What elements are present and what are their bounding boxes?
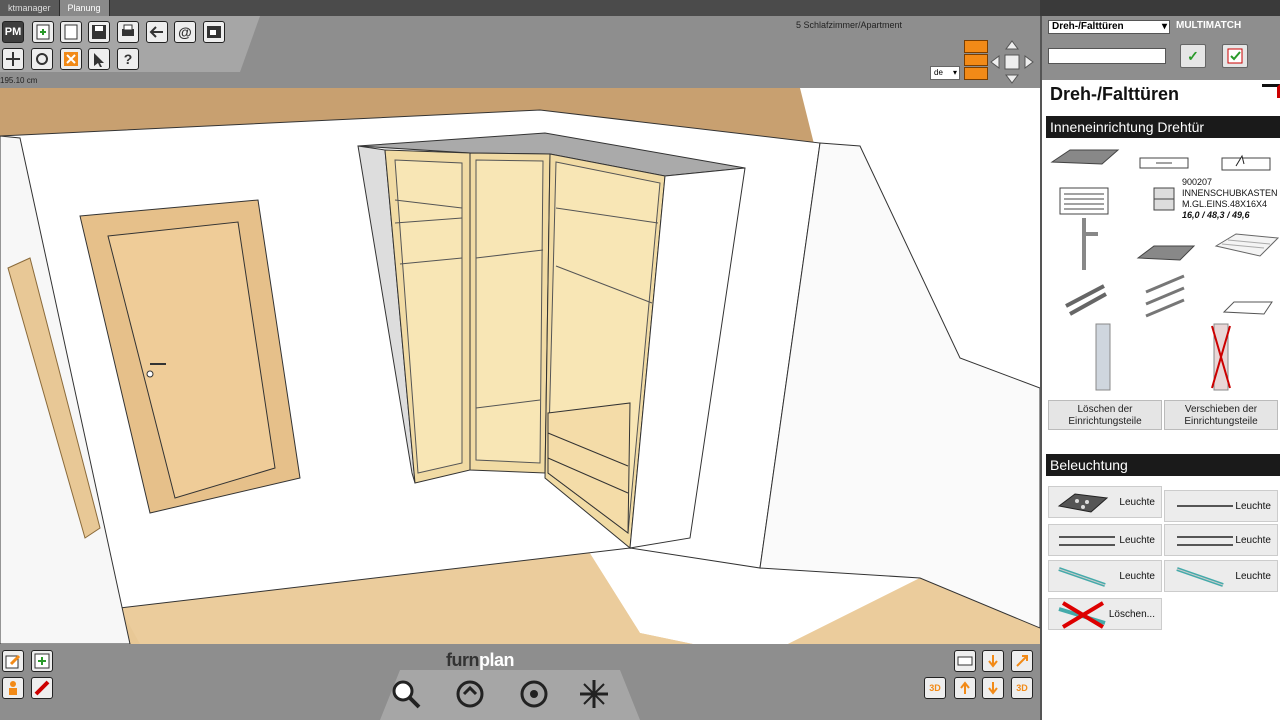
right-panel: Dreh-/Falttüren MULTIMATCH ✓ Dreh-/Faltt… bbox=[1040, 16, 1280, 720]
shelf-item-2[interactable] bbox=[1134, 238, 1198, 266]
light-label-5: Leuchte bbox=[1119, 570, 1155, 582]
hook-item[interactable] bbox=[1066, 216, 1106, 272]
light-label-1: Leuchte bbox=[1119, 496, 1155, 508]
item-info: 900207 INNENSCHUBKASTEN M.GL.EINS.48X16X… bbox=[1182, 177, 1280, 221]
rotate-view-icon[interactable] bbox=[516, 676, 552, 712]
move-parts-button[interactable]: Verschieben der Einrichtungsteile bbox=[1164, 400, 1278, 430]
view-up-icon[interactable] bbox=[954, 677, 976, 699]
language-select[interactable]: de bbox=[930, 66, 960, 80]
rotate-icon[interactable] bbox=[31, 48, 53, 70]
export-icon[interactable] bbox=[203, 21, 225, 43]
label-3d-right: 3D bbox=[1016, 683, 1028, 693]
light-button-5[interactable]: Leuchte bbox=[1048, 560, 1162, 592]
label-3d-left: 3D bbox=[929, 683, 941, 693]
double-rail-item[interactable] bbox=[1142, 272, 1190, 318]
drawer-item[interactable] bbox=[1136, 152, 1192, 172]
item-desc: M.GL.EINS.48X16X4 bbox=[1182, 199, 1268, 209]
logo-part1: furn bbox=[446, 650, 480, 670]
category-select[interactable]: Dreh-/Falttüren bbox=[1048, 20, 1170, 34]
tray-item[interactable] bbox=[1220, 298, 1276, 318]
confirm-check-icon[interactable]: ✓ bbox=[1180, 44, 1206, 68]
item-dims: 16,0 / 48,3 / 49,6 bbox=[1182, 210, 1250, 220]
print-icon[interactable] bbox=[117, 21, 139, 43]
tab-projektmanager[interactable]: ktmanager bbox=[0, 0, 60, 16]
breadcrumb: 5 Schlafzimmer/Apartment bbox=[796, 20, 903, 30]
page-icon[interactable] bbox=[60, 21, 82, 43]
vent-grid-item[interactable] bbox=[1056, 186, 1112, 216]
light-label-4: Leuchte bbox=[1235, 534, 1271, 546]
delete-mirror-item[interactable] bbox=[1208, 322, 1234, 392]
move-icon[interactable] bbox=[2, 48, 24, 70]
pm-icon[interactable]: PM bbox=[2, 21, 24, 43]
edit-icon[interactable] bbox=[2, 650, 24, 672]
help-icon[interactable]: ? bbox=[117, 48, 139, 70]
pm-label: PM bbox=[4, 26, 22, 38]
light-button-4[interactable]: Leuchte bbox=[1164, 524, 1278, 556]
wire-basket-item[interactable] bbox=[1212, 230, 1280, 270]
planning-3d-viewport[interactable] bbox=[0, 88, 1040, 644]
drawer-box-icon bbox=[1148, 180, 1180, 214]
person-icon[interactable] bbox=[2, 677, 24, 699]
view-3d-left-icon[interactable]: 3D bbox=[924, 677, 946, 699]
panel-title: Dreh-/Falttüren bbox=[1050, 84, 1180, 104]
view-corner-icon[interactable] bbox=[1011, 650, 1033, 672]
room-scene bbox=[0, 88, 1040, 644]
tab-bar: ktmanager Planung bbox=[0, 0, 1040, 16]
light-button-6[interactable]: Leuchte bbox=[1164, 560, 1278, 592]
multimatch-label: MULTIMATCH bbox=[1176, 20, 1242, 31]
zoom-icon[interactable] bbox=[388, 676, 424, 712]
furnplan-logo: furnplan bbox=[446, 650, 515, 671]
light-button-2[interactable]: Leuchte bbox=[1164, 490, 1278, 522]
measure-tool-icon[interactable] bbox=[31, 677, 53, 699]
new-document-icon[interactable] bbox=[32, 21, 54, 43]
brand-logo-icon bbox=[1262, 84, 1280, 98]
shelf-board-item[interactable] bbox=[1050, 144, 1120, 172]
cursor-icon[interactable] bbox=[88, 48, 110, 70]
rail-item[interactable] bbox=[1062, 278, 1110, 318]
section-interior: Inneneinrichtung Drehtür bbox=[1046, 116, 1280, 138]
light-button-1[interactable]: Leuchte bbox=[1048, 486, 1162, 518]
item-name: INNENSCHUBKASTEN bbox=[1182, 188, 1278, 198]
light-label-6: Leuchte bbox=[1235, 570, 1271, 582]
view-down2-icon[interactable] bbox=[982, 677, 1004, 699]
back-arrow-icon[interactable] bbox=[146, 21, 168, 43]
save-icon[interactable] bbox=[88, 21, 110, 43]
at-icon[interactable]: @ bbox=[174, 21, 196, 43]
light-label-2: Leuchte bbox=[1235, 500, 1271, 512]
search-input[interactable] bbox=[1048, 48, 1166, 64]
item-code: 900207 bbox=[1182, 177, 1213, 187]
light-button-3[interactable]: Leuchte bbox=[1048, 524, 1162, 556]
view-down-icon[interactable] bbox=[982, 650, 1004, 672]
pan-icon[interactable] bbox=[576, 676, 612, 712]
inner-drawer-item[interactable] bbox=[1218, 152, 1274, 174]
orbit-icon[interactable] bbox=[452, 676, 488, 712]
mirror-item[interactable] bbox=[1090, 322, 1116, 392]
navigation-arrows-icon[interactable] bbox=[990, 40, 1034, 84]
logo-part2: plan bbox=[479, 650, 515, 670]
light-label-3: Leuchte bbox=[1119, 534, 1155, 546]
delete-parts-button[interactable]: Löschen der Einrichtungsteile bbox=[1048, 400, 1162, 430]
measure-readout: 195.10 cm bbox=[0, 76, 38, 85]
section-lighting: Beleuchtung bbox=[1046, 454, 1280, 476]
delete-light-button[interactable]: Löschen... bbox=[1048, 598, 1162, 630]
tab-planung[interactable]: Planung bbox=[59, 0, 110, 16]
delete-light-label: Löschen... bbox=[1108, 608, 1155, 620]
add-check-icon[interactable] bbox=[1222, 44, 1248, 68]
view-3d-right-icon[interactable]: 3D bbox=[1011, 677, 1033, 699]
add-item-icon[interactable] bbox=[31, 650, 53, 672]
delete-icon[interactable] bbox=[60, 48, 82, 70]
view-toggle-stack[interactable] bbox=[964, 40, 988, 81]
view-front-icon[interactable] bbox=[954, 650, 976, 672]
